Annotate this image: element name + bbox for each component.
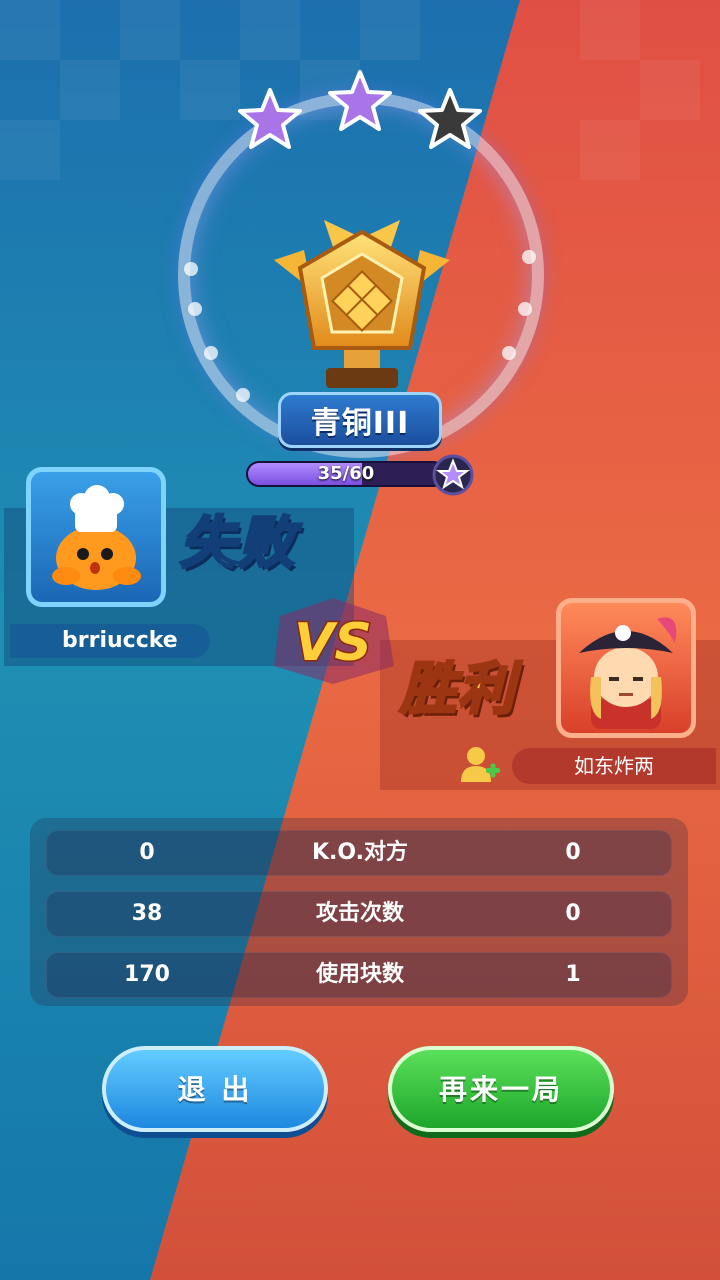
ring-dot: [502, 346, 516, 360]
ring-dot: [518, 302, 532, 316]
vs-badge: VS: [274, 598, 394, 684]
stat-right-value: 0: [565, 901, 581, 926]
stat-label: 使用块数: [315, 962, 404, 987]
ring-dot: [236, 388, 250, 402]
exit-button[interactable]: 退 出: [102, 1046, 328, 1132]
left-player-result: 失败: [179, 510, 296, 578]
left-player-name: brriuccke: [10, 624, 210, 658]
play-again-button[interactable]: 再来一局: [388, 1046, 614, 1132]
rank-star-1: [238, 88, 302, 149]
rank-progress-bar: 35/60: [246, 461, 446, 487]
rank-progress-text: 35/60: [317, 463, 375, 484]
right-player-name: 如东炸两: [512, 748, 716, 784]
ring-dot: [204, 346, 218, 360]
vs-label: VS: [294, 613, 372, 673]
stat-left-value: 170: [124, 962, 170, 987]
ring-dot: [522, 250, 536, 264]
stat-left-value: 38: [131, 901, 163, 926]
stat-label: K.O.对方: [312, 840, 408, 865]
rank-star-3: [418, 88, 482, 149]
chef-octopus-icon: [52, 485, 141, 590]
trophy-icon: [274, 220, 450, 388]
ring-dot: [188, 302, 202, 316]
rank-title: 青铜III: [278, 392, 442, 448]
stat-left-value: 0: [139, 840, 155, 865]
add-friend-icon[interactable]: [458, 742, 502, 786]
stats-row: 38 攻击次数 0: [46, 891, 672, 937]
stat-right-value: 0: [565, 840, 581, 865]
right-player-avatar[interactable]: [556, 598, 696, 738]
rank-star-2: [328, 70, 392, 131]
stat-label: 攻击次数: [315, 901, 404, 926]
left-player-avatar[interactable]: [26, 467, 166, 607]
ring-dot: [184, 262, 198, 276]
stats-row: 0 K.O.对方 0: [46, 830, 672, 876]
progress-star-icon: [432, 454, 474, 496]
pirate-girl-icon: [579, 617, 677, 729]
stat-right-value: 1: [565, 962, 581, 987]
right-player-result: 胜利: [399, 656, 516, 724]
stats-row: 170 使用块数 1: [46, 952, 672, 998]
